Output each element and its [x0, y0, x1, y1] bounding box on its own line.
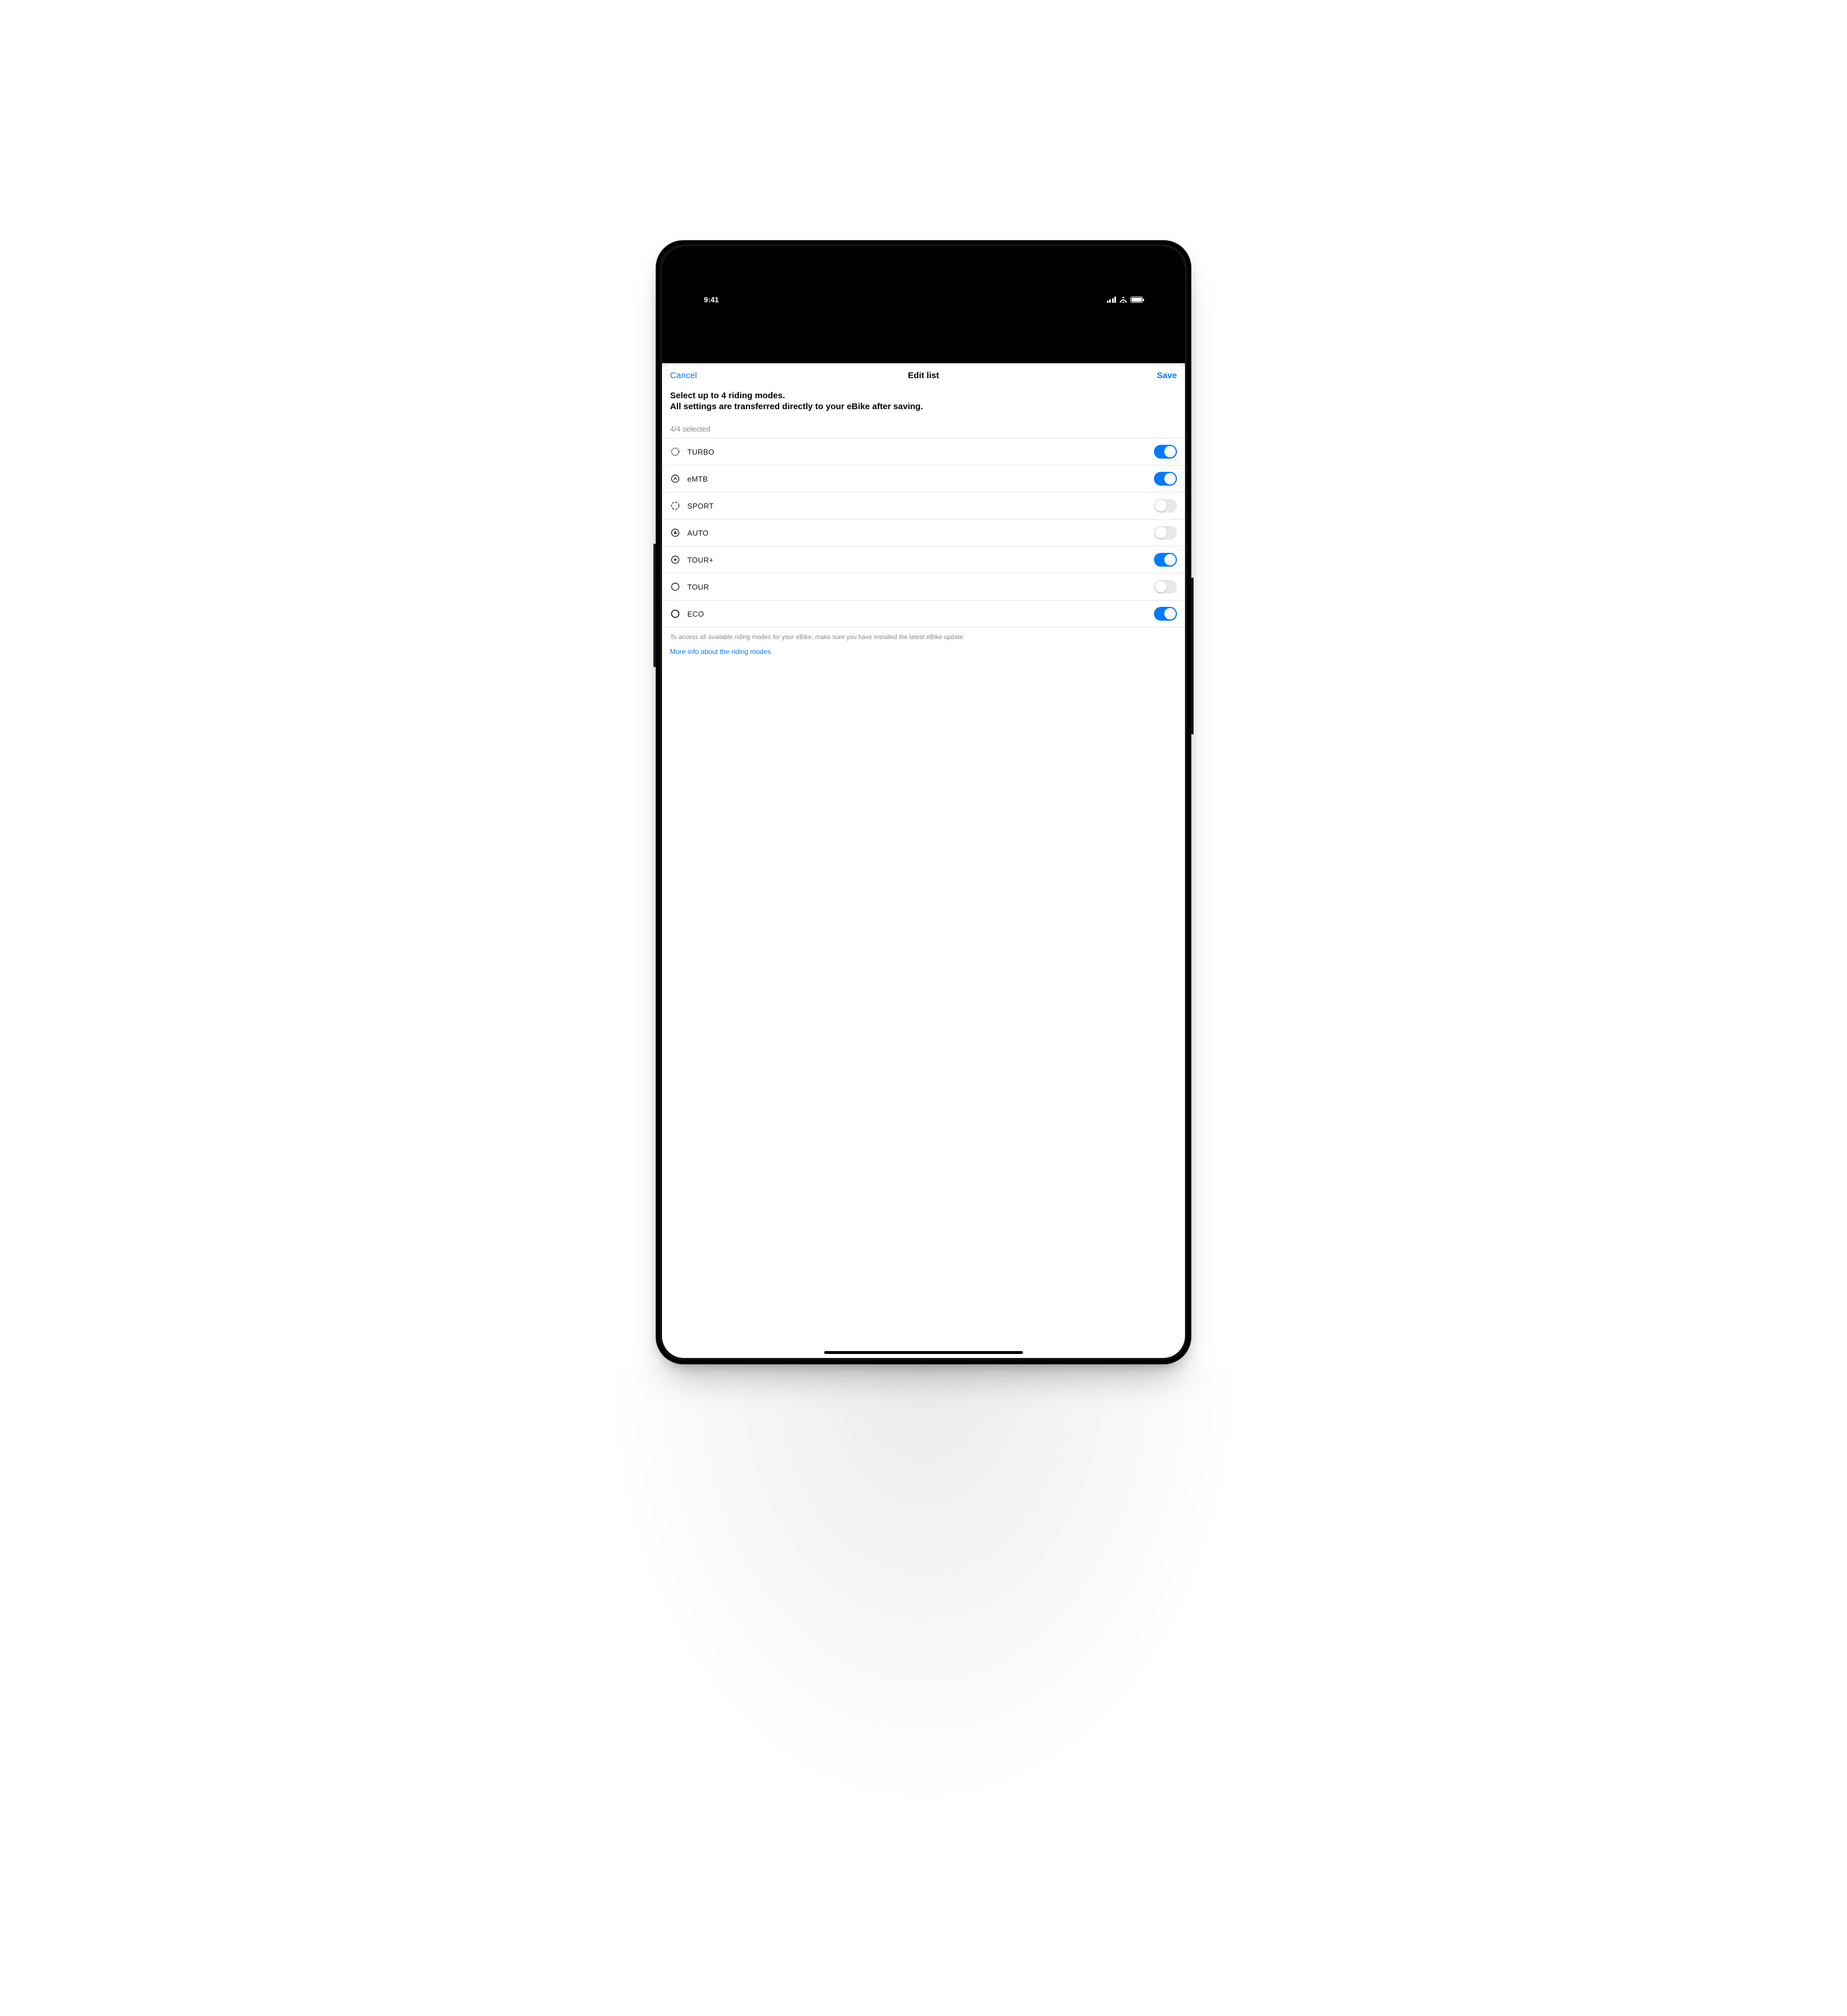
mode-label: TURBO [687, 448, 1147, 456]
riding-mode-list: TURBO eMTB SPORT AUTO TOUR+ TOUR ECO [662, 438, 1185, 628]
mode-label: AUTO [687, 529, 1147, 537]
more-info-link[interactable]: More info about the riding modes [662, 643, 1185, 660]
tourplus-icon [670, 555, 680, 565]
mode-row-tourplus: TOUR+ [662, 547, 1185, 574]
mode-label: SPORT [687, 502, 1147, 510]
mode-toggle-emtb[interactable] [1154, 472, 1177, 486]
battery-icon [1130, 297, 1143, 303]
tour-icon [670, 582, 680, 592]
mode-row-turbo: TURBO [662, 438, 1185, 465]
mode-row-tour: TOUR [662, 574, 1185, 601]
mode-toggle-turbo[interactable] [1154, 445, 1177, 459]
home-indicator[interactable] [824, 1351, 1023, 1354]
modal-navbar: Cancel Edit list Save [662, 365, 1185, 385]
mode-toggle-sport[interactable] [1154, 499, 1177, 513]
mode-row-sport: SPORT [662, 493, 1185, 520]
status-bar: 9:41 [662, 247, 1185, 363]
turbo-icon [670, 447, 680, 457]
mode-toggle-eco[interactable] [1154, 607, 1177, 621]
headline: Select up to 4 riding modes. All setting… [662, 388, 1185, 413]
status-time: 9:41 [704, 295, 719, 304]
save-button[interactable]: Save [1157, 371, 1177, 380]
mode-row-auto: AUTO [662, 520, 1185, 547]
modal-content: Select up to 4 riding modes. All setting… [662, 385, 1185, 1358]
screen: 9:41 Cancel Edit list Save Select up [662, 247, 1185, 1358]
phone-shadow [602, 1364, 1245, 1814]
sport-icon [670, 501, 680, 511]
mode-toggle-tourplus[interactable] [1154, 553, 1177, 567]
mode-label: ECO [687, 610, 1147, 618]
mode-label: TOUR+ [687, 556, 1147, 564]
phone-frame: 9:41 Cancel Edit list Save Select up [656, 240, 1191, 1364]
mode-label: eMTB [687, 475, 1147, 483]
dynamic-island [837, 253, 1010, 268]
mode-label: TOUR [687, 583, 1147, 591]
auto-icon [670, 528, 680, 538]
status-icons [1107, 297, 1144, 303]
cellular-icon [1107, 297, 1117, 303]
mode-toggle-auto[interactable] [1154, 526, 1177, 540]
headline-line1: Select up to 4 riding modes. [670, 391, 1177, 402]
mode-row-emtb: eMTB [662, 465, 1185, 493]
eco-icon [670, 609, 680, 619]
cancel-button[interactable]: Cancel [670, 371, 697, 380]
mode-row-eco: ECO [662, 601, 1185, 628]
mode-toggle-tour[interactable] [1154, 580, 1177, 594]
emtb-icon [670, 474, 680, 484]
modal-title: Edit list [662, 371, 1185, 380]
selection-counter: 4/4 selected [662, 412, 1185, 438]
wifi-icon [1119, 297, 1128, 303]
headline-line2: All settings are transferred directly to… [670, 402, 1177, 413]
footnote-text: To access all available riding modes for… [662, 628, 1185, 643]
